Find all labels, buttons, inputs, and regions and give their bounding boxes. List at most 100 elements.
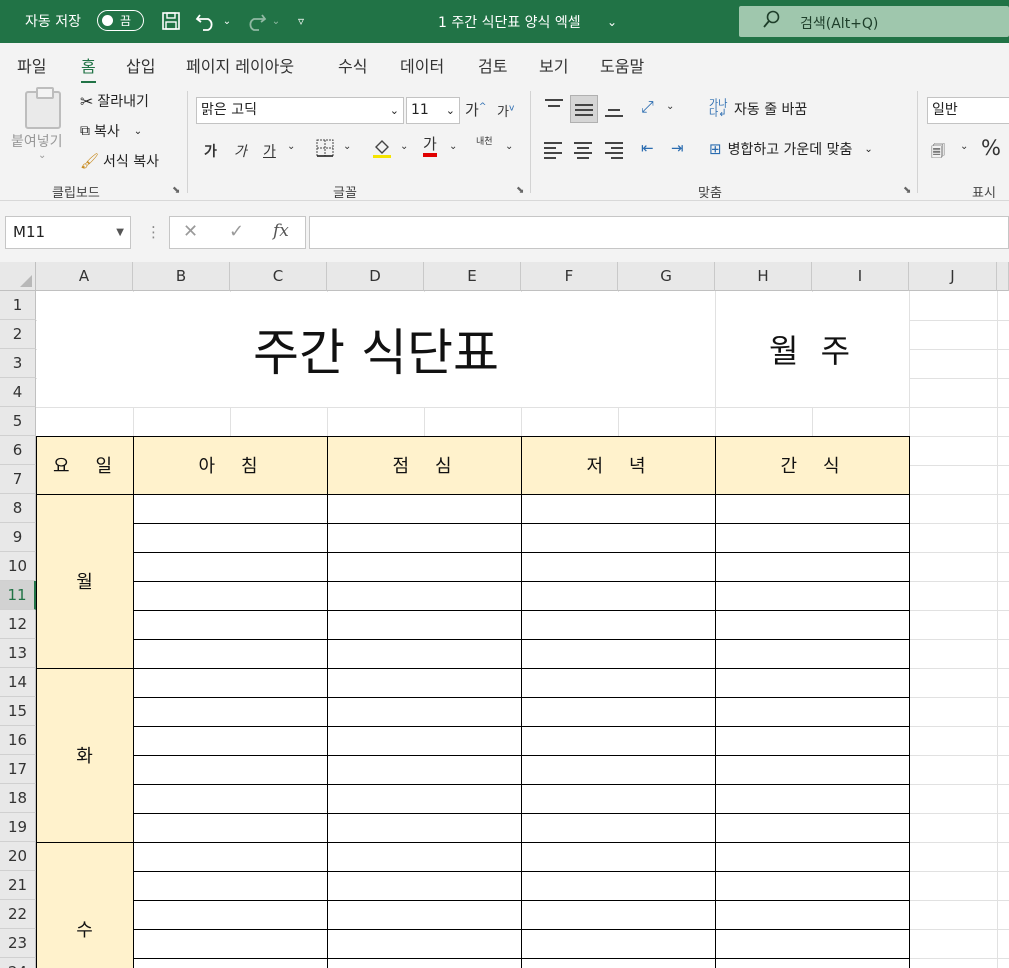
row-header-22[interactable]: 22 — [0, 900, 36, 929]
merge-center-button[interactable]: ⊞ 병합하고 가운데 맞춤 ⌄ — [709, 139, 873, 159]
row-header-5[interactable]: 5 — [0, 407, 36, 436]
formula-bar-handle-icon[interactable]: ⋮ — [146, 223, 161, 241]
meal-cell[interactable] — [522, 495, 715, 523]
meal-cell[interactable] — [328, 640, 521, 668]
underline-button[interactable]: 가 — [263, 141, 276, 161]
meal-cell[interactable] — [134, 843, 327, 871]
row-header-14[interactable]: 14 — [0, 668, 36, 697]
underline-dropdown-icon[interactable]: ⌄ — [287, 141, 295, 152]
meal-cell[interactable] — [328, 959, 521, 968]
grow-font-button[interactable]: 가^ — [465, 99, 486, 120]
meal-cell[interactable] — [328, 901, 521, 929]
meal-cell[interactable] — [522, 756, 715, 784]
row-header-24[interactable]: 24 — [0, 958, 36, 968]
meal-cell[interactable] — [134, 611, 327, 639]
row-header-8[interactable]: 8 — [0, 494, 36, 523]
bold-button[interactable]: 가 — [204, 141, 217, 161]
align-right-button[interactable] — [604, 139, 626, 161]
meal-cell[interactable] — [134, 495, 327, 523]
number-format-combo[interactable]: 일반 — [927, 97, 1009, 124]
tab-file[interactable]: 파일 — [17, 53, 46, 77]
align-center-button[interactable] — [573, 139, 595, 161]
save-icon[interactable] — [158, 8, 184, 34]
meal-cell[interactable] — [134, 901, 327, 929]
title-chevron-down-icon[interactable]: ⌄ — [604, 9, 620, 35]
decrease-indent-icon[interactable]: ⇤ — [641, 139, 654, 157]
tab-home[interactable]: 홈 — [81, 53, 96, 84]
row-header-10[interactable]: 10 — [0, 552, 36, 581]
customize-qat-icon[interactable]: ▿ — [293, 8, 309, 34]
fill-color-dropdown-icon[interactable]: ⌄ — [400, 141, 408, 152]
row-header-18[interactable]: 18 — [0, 784, 36, 813]
align-bottom-button[interactable] — [603, 95, 627, 121]
meal-cell[interactable] — [716, 843, 909, 871]
meal-cell[interactable] — [716, 553, 909, 581]
meal-cell[interactable] — [716, 959, 909, 968]
meal-cell[interactable] — [716, 524, 909, 552]
shrink-font-button[interactable]: 가v — [497, 101, 514, 120]
column-header-partial[interactable] — [997, 262, 1009, 291]
meal-cell[interactable] — [134, 727, 327, 755]
font-color-button[interactable]: 가 — [423, 136, 437, 157]
orientation-icon[interactable]: ⤢ — [641, 97, 654, 117]
meal-cell[interactable] — [134, 756, 327, 784]
orientation-dropdown-icon[interactable]: ⌄ — [666, 101, 674, 112]
meal-cell[interactable] — [522, 524, 715, 552]
meal-cell[interactable] — [716, 901, 909, 929]
tab-insert[interactable]: 삽입 — [126, 53, 155, 77]
meal-cell[interactable] — [522, 669, 715, 697]
clipboard-launcher-icon[interactable]: ⬊ — [172, 185, 180, 196]
meal-cell[interactable] — [522, 959, 715, 968]
row-header-6[interactable]: 6 — [0, 436, 36, 465]
meal-cell[interactable] — [328, 814, 521, 842]
align-middle-button[interactable] — [570, 95, 598, 123]
tab-data[interactable]: 데이터 — [400, 53, 444, 77]
meal-cell[interactable] — [134, 553, 327, 581]
meal-cell[interactable] — [134, 698, 327, 726]
meal-cell[interactable] — [716, 727, 909, 755]
column-header-d[interactable]: D — [327, 262, 424, 291]
meal-cell[interactable] — [716, 640, 909, 668]
cut-button[interactable]: ✂ 잘라내기 — [80, 91, 149, 111]
row-header-21[interactable]: 21 — [0, 871, 36, 900]
font-color-dropdown-icon[interactable]: ⌄ — [449, 141, 457, 152]
meal-cell[interactable] — [328, 843, 521, 871]
borders-icon[interactable] — [316, 139, 334, 161]
meal-cell[interactable] — [716, 930, 909, 958]
meal-cell[interactable] — [134, 669, 327, 697]
meal-cell[interactable] — [328, 524, 521, 552]
row-header-7[interactable]: 7 — [0, 465, 36, 494]
undo-icon[interactable] — [194, 8, 218, 34]
increase-indent-icon[interactable]: ⇥ — [671, 139, 684, 157]
meal-cell[interactable] — [522, 930, 715, 958]
meal-cell[interactable] — [328, 872, 521, 900]
meal-cell[interactable] — [328, 785, 521, 813]
column-header-g[interactable]: G — [618, 262, 715, 291]
font-launcher-icon[interactable]: ⬊ — [516, 185, 524, 196]
tab-formulas[interactable]: 수식 — [338, 53, 367, 77]
meal-cell[interactable] — [522, 640, 715, 668]
spreadsheet-grid[interactable]: A B C D E F G H I J 1 2 3 4 5 6 7 8 9 10 11 12 13 14 15 16 17 18 19 2… — [0, 262, 1009, 968]
meal-cell[interactable] — [522, 814, 715, 842]
meal-cell[interactable] — [716, 814, 909, 842]
meal-cell[interactable] — [522, 611, 715, 639]
row-header-23[interactable]: 23 — [0, 929, 36, 958]
tab-page-layout[interactable]: 페이지 레이아웃 — [186, 53, 294, 77]
meal-cell[interactable] — [716, 495, 909, 523]
accounting-format-icon[interactable]: 🗐 — [931, 141, 945, 165]
column-header-i[interactable]: I — [812, 262, 909, 291]
phonetic-dropdown-icon[interactable]: ⌄ — [505, 141, 513, 152]
phonetic-button[interactable]: 내천 — [476, 137, 494, 147]
meal-cell[interactable] — [522, 698, 715, 726]
alignment-launcher-icon[interactable]: ⬊ — [903, 185, 911, 196]
row-header-13[interactable]: 13 — [0, 639, 36, 668]
row-header-19[interactable]: 19 — [0, 813, 36, 842]
font-size-combo[interactable]: 11 ⌄ — [406, 97, 460, 124]
meal-cell[interactable] — [522, 901, 715, 929]
meal-cell[interactable] — [522, 785, 715, 813]
formula-input[interactable] — [309, 216, 1009, 249]
enter-icon[interactable]: ✓ — [229, 221, 244, 242]
row-header-17[interactable]: 17 — [0, 755, 36, 784]
select-all-corner[interactable] — [0, 262, 36, 291]
meal-cell[interactable] — [328, 727, 521, 755]
